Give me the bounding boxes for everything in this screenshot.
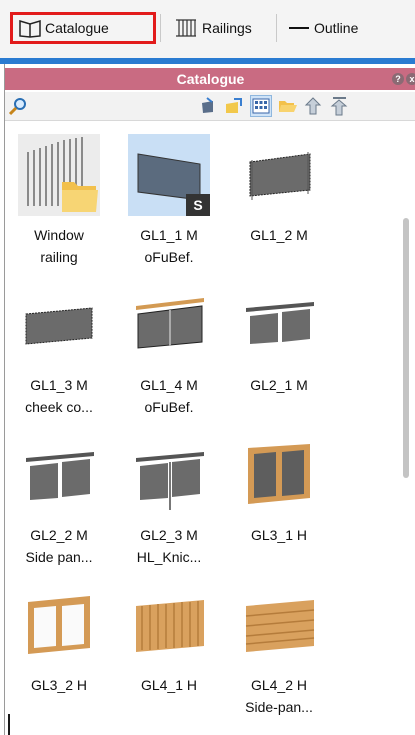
wood-frame-thumbnail — [18, 584, 100, 666]
item-label: GL1_2 M — [250, 227, 308, 243]
catalogue-item-gl3-1[interactable]: GL3_1 H — [229, 434, 329, 546]
search-button[interactable] — [7, 95, 29, 117]
glass-panel-icon — [249, 152, 311, 200]
up-arrow-icon — [304, 97, 322, 115]
wood-frame-icon — [248, 444, 310, 504]
wood-slats-thumbnail — [128, 584, 210, 666]
tab-outline[interactable]: Outline — [282, 12, 392, 44]
wood-rail-thumbnail — [128, 284, 210, 366]
item-label: GL3_1 H — [250, 527, 308, 543]
glass-panel-thumbnail — [18, 434, 100, 516]
catalogue-item-gl4-2[interactable]: GL4_2 H Side-pan... — [229, 584, 329, 718]
catalogue-item-gl1-1[interactable]: S GL1_1 M oFuBef. — [119, 134, 219, 268]
item-label: GL3_2 H — [30, 677, 88, 693]
item-label: GL2_1 M — [250, 377, 308, 393]
glass-panel-icon — [246, 302, 314, 344]
glass-panel-icon — [25, 307, 93, 345]
wood-slats-icon — [245, 600, 315, 652]
grid-view-icon — [252, 98, 270, 114]
railing-icon — [176, 19, 196, 37]
wood-slats-icon — [136, 600, 204, 652]
railing-folder-icon — [18, 134, 100, 216]
wood-slats-thumbnail — [238, 584, 320, 666]
top-arrow-icon — [330, 97, 348, 116]
top-button[interactable] — [329, 95, 351, 117]
grid-view-button[interactable] — [250, 95, 272, 117]
selected-badge: S — [193, 197, 202, 213]
folder-thumbnail — [18, 134, 100, 216]
item-label: GL4_2 H Side-pan... — [245, 677, 313, 715]
tab-separator — [276, 14, 277, 42]
catalogue-grid: Window railing S GL1_1 M oFuBef. GL1_2 M — [5, 124, 397, 735]
catalogue-item-gl1-2[interactable]: GL1_2 M — [229, 134, 329, 246]
panel-title: Catalogue — [176, 71, 245, 87]
glass-panel-icon — [26, 452, 94, 500]
item-label: GL1_1 M oFuBef. — [140, 227, 198, 265]
glass-panel-icon: S — [137, 153, 210, 216]
panel-toolbar — [5, 92, 415, 121]
close-icon[interactable]: x — [406, 73, 415, 85]
catalogue-item-gl3-2[interactable]: GL3_2 H — [9, 584, 109, 696]
vertical-scrollbar[interactable] — [403, 218, 409, 478]
item-label: Window railing — [34, 227, 84, 265]
help-icon[interactable]: ? — [392, 73, 404, 85]
glass-panel-thumbnail — [18, 284, 100, 366]
wood-rail-icon — [136, 298, 204, 349]
open-folder-button[interactable] — [277, 95, 299, 117]
glass-panel-thumbnail — [238, 134, 320, 216]
mug-icon — [202, 97, 213, 113]
import-icon — [226, 98, 242, 113]
item-label: GL1_3 M cheek co... — [25, 377, 93, 415]
tab-bar: Catalogue Railings Outline — [0, 0, 415, 59]
glass-panel-icon — [136, 452, 204, 510]
panel-titlebar: Catalogue ? x — [5, 68, 415, 90]
tab-outline-label: Outline — [314, 20, 359, 36]
catalogue-item-gl2-1[interactable]: GL2_1 M — [229, 284, 329, 396]
catalogue-item-gl1-3[interactable]: GL1_3 M cheek co... — [9, 284, 109, 418]
line-icon — [289, 27, 309, 29]
item-label: GL2_2 M Side pan... — [25, 527, 93, 565]
glass-panel-thumbnail — [238, 284, 320, 366]
catalogue-item-gl1-4[interactable]: GL1_4 M oFuBef. — [119, 284, 219, 418]
tab-catalogue-label: Catalogue — [45, 20, 109, 36]
catalogue-item-gl2-2[interactable]: GL2_2 M Side pan... — [9, 434, 109, 568]
catalogue-button[interactable] — [197, 95, 219, 117]
book-icon — [19, 19, 41, 38]
catalogue-item-window-railing[interactable]: Window railing — [9, 134, 109, 268]
glass-panel-thumbnail: S — [128, 134, 210, 216]
item-label: GL2_3 M HL_Knic... — [136, 527, 202, 565]
up-button[interactable] — [303, 95, 325, 117]
catalogue-panel: Catalogue ? x Window railing S GL1_1 M o… — [4, 64, 415, 735]
tab-separator — [160, 14, 161, 42]
tab-railings-label: Railings — [202, 20, 252, 36]
glass-panel-thumbnail — [128, 434, 210, 516]
item-label: GL1_4 M oFuBef. — [140, 377, 198, 415]
panel-edge — [8, 714, 10, 735]
catalogue-item-gl4-1[interactable]: GL4_1 H — [119, 584, 219, 696]
wood-frame-thumbnail — [238, 434, 320, 516]
folder-open-icon — [279, 101, 297, 112]
tab-catalogue[interactable]: Catalogue — [10, 12, 156, 44]
tab-railings[interactable]: Railings — [168, 12, 264, 44]
search-icon — [8, 98, 26, 116]
import-button[interactable] — [223, 95, 245, 117]
item-label: GL4_1 H — [140, 677, 198, 693]
wood-frame-icon — [28, 596, 90, 654]
catalogue-item-gl2-3[interactable]: GL2_3 M HL_Knic... — [119, 434, 219, 568]
